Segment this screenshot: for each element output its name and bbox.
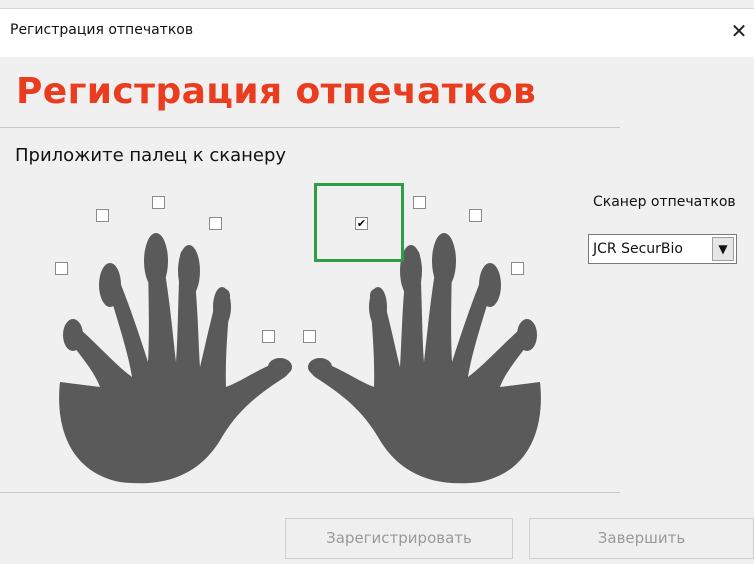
close-icon: ✕ <box>730 19 748 43</box>
checkbox-left-index[interactable] <box>209 217 222 230</box>
dialog-body: Регистрация отпечатков Приложите палец к… <box>0 57 754 564</box>
checkbox-left-ring[interactable] <box>96 209 109 222</box>
instruction-text: Приложите палец к сканеру <box>15 145 287 166</box>
scanner-label: Сканер отпечатков <box>593 194 736 210</box>
dialog-window: Регистрация отпечатков ✕ Регистрация отп… <box>0 0 754 564</box>
footer-divider <box>0 492 620 493</box>
register-button[interactable]: Зарегистрировать <box>285 518 513 559</box>
window-top-strip <box>0 0 754 8</box>
checkbox-right-thumb[interactable] <box>303 330 316 343</box>
right-hand-icon <box>308 233 541 484</box>
left-hand-icon <box>59 233 292 484</box>
scanner-select[interactable]: JCR SecurBio ▼ <box>588 234 737 264</box>
selected-finger-highlight <box>314 183 404 262</box>
checkbox-right-ring[interactable] <box>469 209 482 222</box>
checkbox-left-little[interactable] <box>55 262 68 275</box>
finish-button[interactable]: Завершить <box>529 518 754 559</box>
hands-illustration <box>59 233 541 484</box>
title-bar: Регистрация отпечатков ✕ <box>0 8 754 57</box>
checkbox-right-middle[interactable] <box>413 196 426 209</box>
checkbox-right-little[interactable] <box>511 262 524 275</box>
chevron-down-icon[interactable]: ▼ <box>712 237 734 261</box>
scanner-select-value: JCR SecurBio <box>593 241 683 257</box>
page-title: Регистрация отпечатков <box>16 71 537 112</box>
window-title: Регистрация отпечатков <box>10 22 194 38</box>
close-button[interactable]: ✕ <box>724 11 754 51</box>
checkbox-left-middle[interactable] <box>152 196 165 209</box>
checkbox-left-thumb[interactable] <box>262 330 275 343</box>
header-divider <box>0 127 620 128</box>
